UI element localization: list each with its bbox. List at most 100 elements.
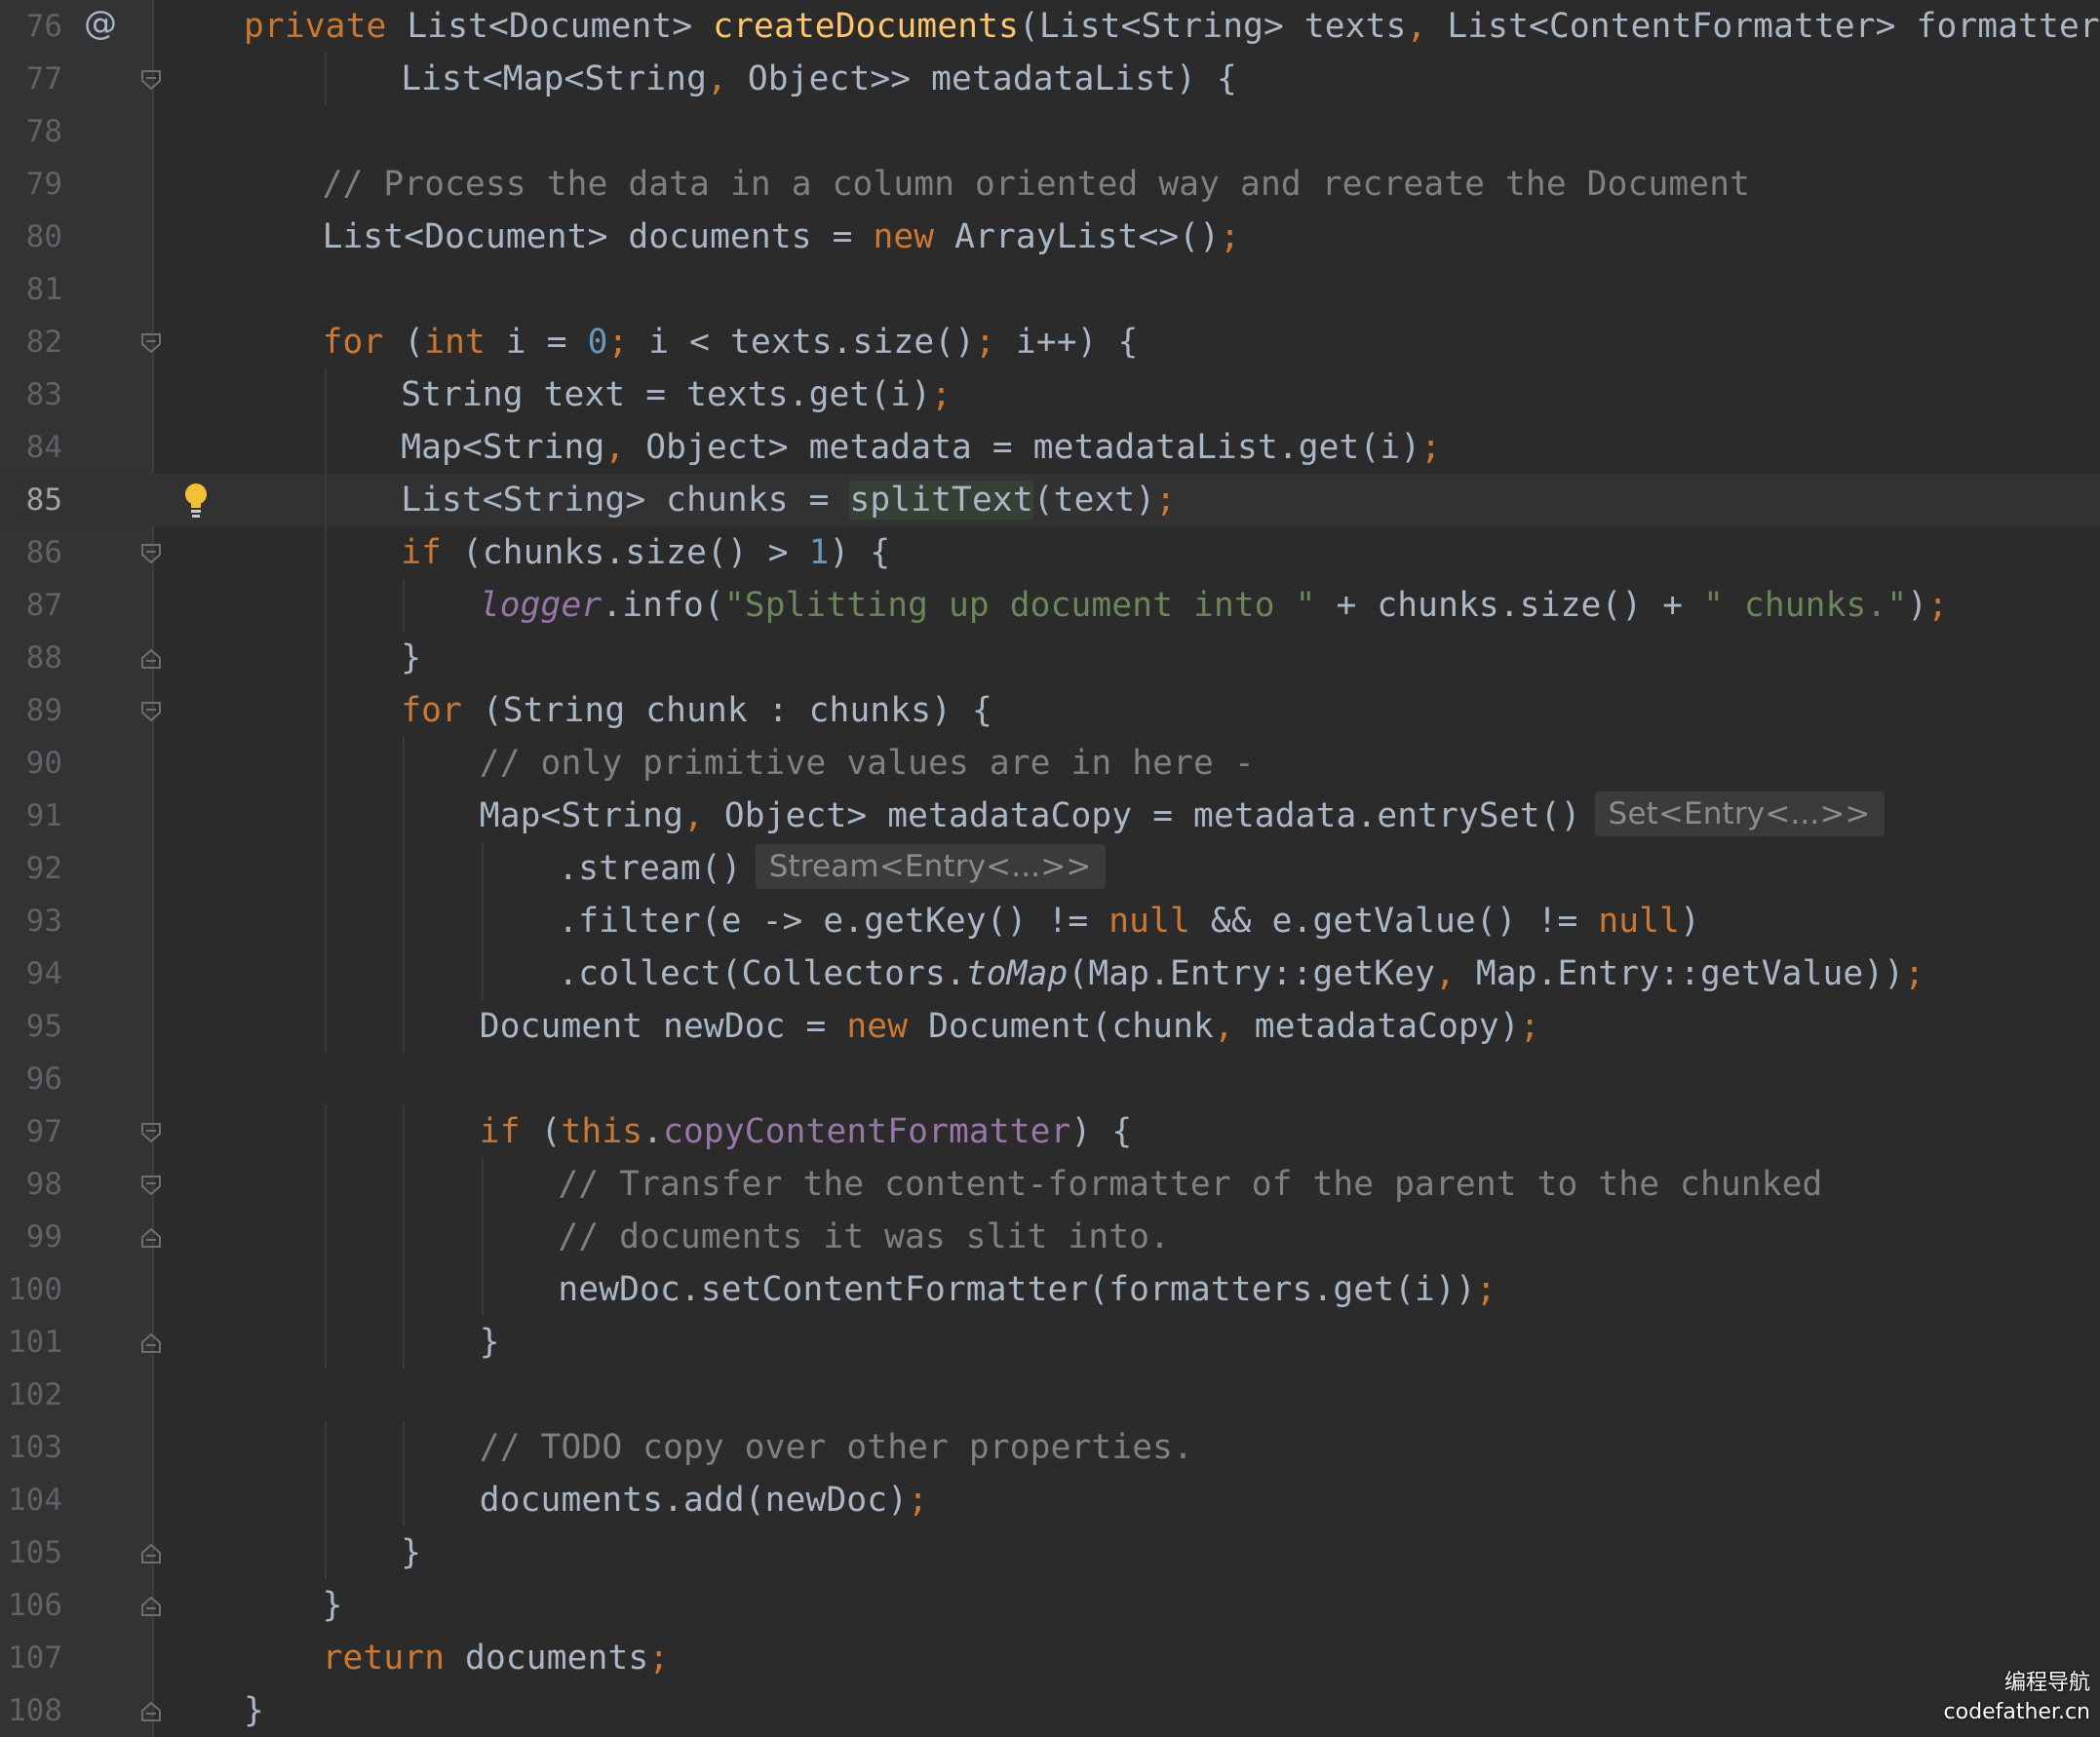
code-line[interactable]: 107 return documents; [0,1632,2100,1684]
code-line[interactable]: 82 for (int i = 0; i < texts.size(); i++)… [0,316,2100,368]
line-number[interactable]: 103 [0,1421,62,1474]
code-line[interactable]: 79 // Process the data in a column orient… [0,158,2100,211]
line-number[interactable]: 100 [0,1263,62,1316]
code-line[interactable]: 93 .filter(e -> e.getKey() != null && e.g… [0,895,2100,947]
line-number[interactable]: 78 [0,105,62,158]
code-line[interactable]: 105} [0,1526,2100,1579]
line-number[interactable]: 89 [0,684,62,737]
line-number[interactable]: 108 [0,1684,62,1737]
code-text[interactable]: } [401,632,421,684]
line-number[interactable]: 106 [0,1579,62,1632]
code-text[interactable]: for (String chunk : chunks) { [401,684,992,737]
code-text[interactable]: .filter(e -> e.getKey() != null && e.get… [558,895,1700,947]
code-text[interactable]: .collect(Collectors.toMap(Map.Entry::get… [558,947,1925,1000]
code-text[interactable]: String text = texts.get(i); [401,368,952,421]
line-number[interactable]: 88 [0,632,62,684]
fold-collapse-icon[interactable] [140,1122,162,1143]
line-number[interactable]: 93 [0,895,62,947]
fold-end-icon[interactable] [140,1701,162,1722]
code-text[interactable]: // documents it was slit into. [558,1211,1170,1263]
fold-collapse-icon[interactable] [140,701,162,722]
line-number[interactable]: 97 [0,1105,62,1158]
fold-end-icon[interactable] [140,648,162,670]
code-line[interactable]: 83 String text = texts.get(i); [0,368,2100,421]
code-line[interactable]: 80 List<Document> documents = new ArrayLi… [0,211,2100,263]
code-line[interactable]: 102 [0,1369,2100,1421]
code-line[interactable]: 85 List<String> chunks = splitText(text); [0,474,2100,526]
code-line[interactable]: 108} [0,1684,2100,1737]
code-line[interactable]: 99 // documents it was slit into. [0,1211,2100,1263]
line-number[interactable]: 77 [0,53,62,105]
line-number[interactable]: 107 [0,1632,62,1684]
line-number[interactable]: 98 [0,1158,62,1211]
code-line[interactable]: 103 // TODO copy over other properties. [0,1421,2100,1474]
line-number[interactable]: 82 [0,316,62,368]
code-text[interactable]: documents.add(newDoc); [480,1474,928,1526]
line-number[interactable]: 96 [0,1053,62,1105]
fold-end-icon[interactable] [140,1596,162,1617]
line-number[interactable]: 91 [0,790,62,842]
code-text[interactable]: } [401,1526,421,1579]
line-number[interactable]: 85 [0,474,62,526]
fold-collapse-icon[interactable] [140,543,162,564]
code-text[interactable]: private List<Document> createDocuments(L… [244,0,2100,53]
lightbulb-icon[interactable] [181,482,211,521]
line-number[interactable]: 99 [0,1211,62,1263]
code-text[interactable]: if (chunks.size() > 1) { [401,526,890,579]
code-line[interactable]: 95 Document newDoc = new Document(chunk, … [0,1000,2100,1053]
code-text[interactable]: // only primitive values are in here - [480,737,1255,790]
code-text[interactable]: return documents; [323,1632,670,1684]
code-text[interactable]: Map<String, Object> metadataCopy = metad… [480,790,1885,842]
code-line[interactable]: 92 .stream() Stream<Entry<...>> [0,842,2100,895]
code-text[interactable]: List<String> chunks = splitText(text); [401,474,1176,526]
code-line[interactable]: 96 [0,1053,2100,1105]
override-at-icon[interactable]: @ [84,0,117,53]
line-number[interactable]: 94 [0,947,62,1000]
line-number[interactable]: 84 [0,421,62,474]
code-text[interactable]: // Process the data in a column oriented… [323,158,1750,211]
code-line[interactable]: 88} [0,632,2100,684]
code-text[interactable]: } [323,1579,343,1632]
code-text[interactable]: Document newDoc = new Document(chunk, me… [480,1000,1540,1053]
line-number[interactable]: 86 [0,526,62,579]
code-line[interactable]: 98 // Transfer the content-formatter of t… [0,1158,2100,1211]
code-editor[interactable]: 76 @ private List<Document> createDocument… [0,0,2100,1737]
code-line[interactable]: 76 @ private List<Document> createDocument… [0,0,2100,53]
code-text[interactable]: newDoc.setContentFormatter(formatters.ge… [558,1263,1496,1316]
line-number[interactable]: 79 [0,158,62,211]
fold-collapse-icon[interactable] [140,69,162,91]
code-line[interactable]: 101} [0,1316,2100,1369]
code-text[interactable]: if (this.copyContentFormatter) { [480,1105,1132,1158]
code-text[interactable]: // TODO copy over other properties. [480,1421,1193,1474]
line-number[interactable]: 104 [0,1474,62,1526]
line-number[interactable]: 87 [0,579,62,632]
code-text[interactable]: List<Map<String, Object>> metadataList) … [401,53,1237,105]
code-line[interactable]: 81 [0,263,2100,316]
code-line[interactable]: 100 newDoc.setContentFormatter(formatters… [0,1263,2100,1316]
code-text[interactable]: logger.info("Splitting up document into … [480,579,1948,632]
code-text[interactable]: List<Document> documents = new ArrayList… [323,211,1240,263]
code-line[interactable]: 91 Map<String, Object> metadataCopy = met… [0,790,2100,842]
line-number[interactable]: 90 [0,737,62,790]
fold-end-icon[interactable] [140,1543,162,1564]
code-text[interactable]: .stream() Stream<Entry<...>> [558,842,1106,895]
line-number[interactable]: 81 [0,263,62,316]
code-line[interactable]: 97 if (this.copyContentFormatter) { [0,1105,2100,1158]
code-line[interactable]: 89 for (String chunk : chunks) { [0,684,2100,737]
fold-collapse-icon[interactable] [140,332,162,354]
code-line[interactable]: 94 .collect(Collectors.toMap(Map.Entry::g… [0,947,2100,1000]
fold-end-icon[interactable] [140,1227,162,1249]
line-number[interactable]: 101 [0,1316,62,1369]
code-line[interactable]: 90 // only primitive values are in here - [0,737,2100,790]
code-line[interactable]: 86 if (chunks.size() > 1) { [0,526,2100,579]
code-line[interactable]: 106} [0,1579,2100,1632]
code-text[interactable]: // Transfer the content-formatter of the… [558,1158,1822,1211]
code-line[interactable]: 87 logger.info("Splitting up document int… [0,579,2100,632]
code-text[interactable]: Map<String, Object> metadata = metadataL… [401,421,1441,474]
fold-end-icon[interactable] [140,1332,162,1354]
code-line[interactable]: 84 Map<String, Object> metadata = metadat… [0,421,2100,474]
code-text[interactable]: for (int i = 0; i < texts.size(); i++) { [323,316,1139,368]
line-number[interactable]: 95 [0,1000,62,1053]
code-line[interactable]: 77 List<Map<String, Object>> metadataList… [0,53,2100,105]
code-text[interactable]: } [480,1316,500,1369]
